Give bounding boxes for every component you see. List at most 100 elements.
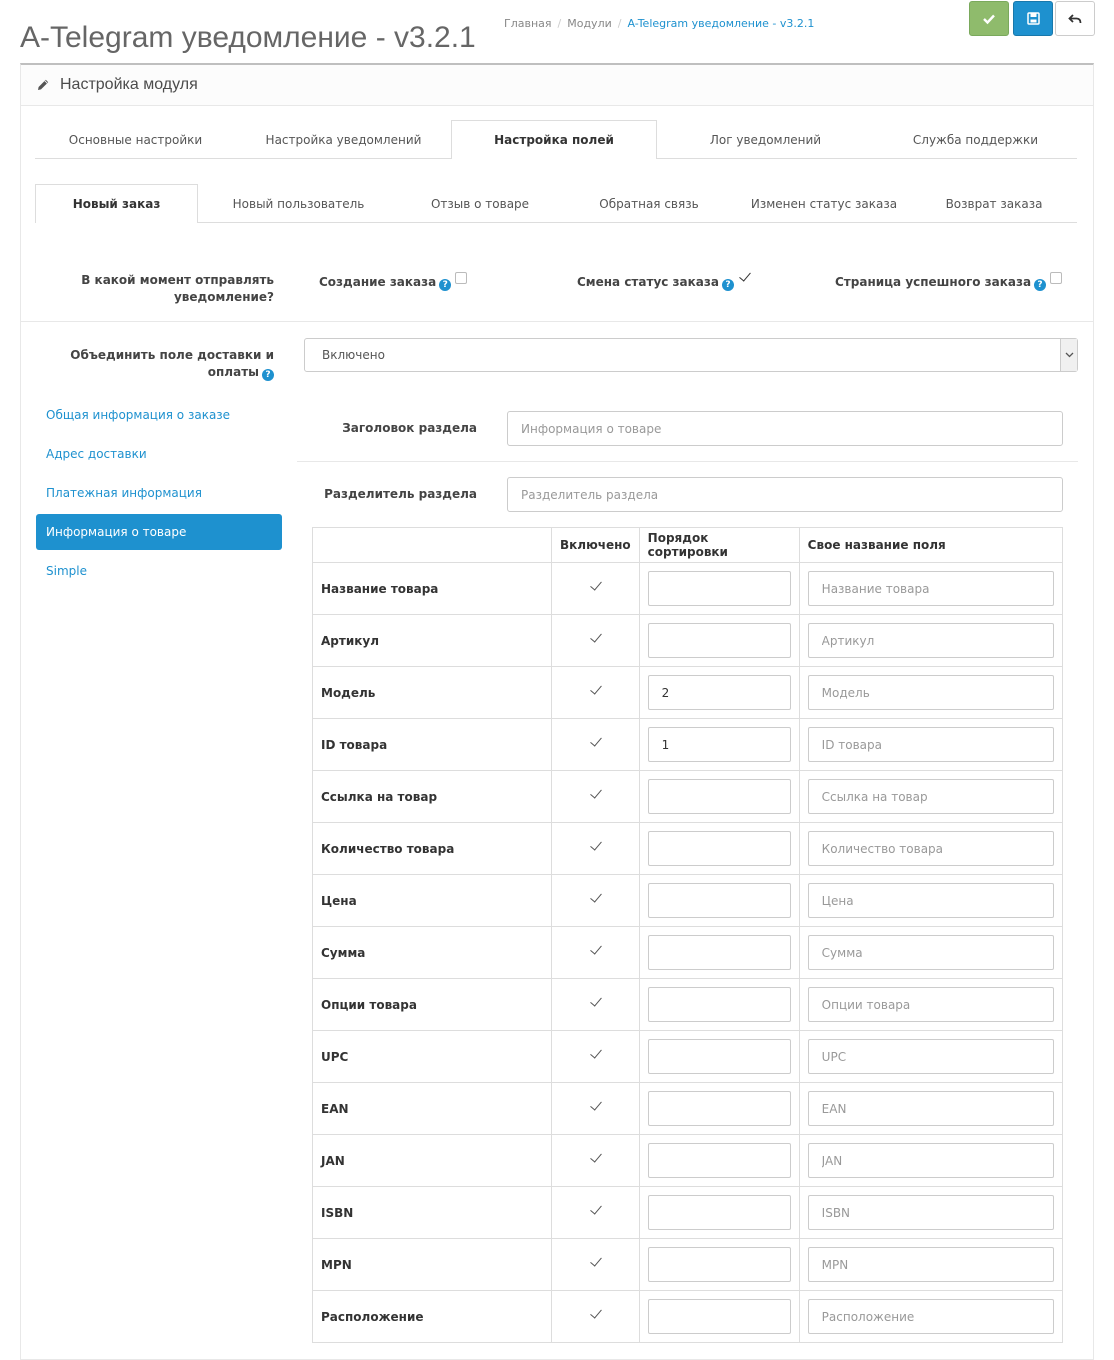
field-name: Опции товара: [312, 978, 552, 1031]
sort-order-cell: [638, 1134, 800, 1187]
sort-order-input[interactable]: [647, 1247, 791, 1282]
field-enabled-checkbox[interactable]: [589, 1309, 601, 1321]
question-circle-icon[interactable]: ?: [1034, 279, 1047, 291]
table-row: Модель: [312, 666, 1064, 719]
custom-name-input[interactable]: [807, 727, 1054, 762]
field-enabled-checkbox[interactable]: [589, 1205, 601, 1217]
section-title-input[interactable]: [507, 411, 1063, 446]
question-circle-icon[interactable]: ?: [721, 279, 734, 291]
sort-order-input[interactable]: [647, 1143, 791, 1178]
field-enabled-checkbox[interactable]: [589, 633, 601, 645]
sort-order-input[interactable]: [647, 1299, 791, 1334]
field-enabled-cell: [551, 1082, 640, 1135]
field-name: ISBN: [312, 1186, 552, 1239]
table-row: EAN: [312, 1082, 1064, 1135]
custom-name-input[interactable]: [807, 1039, 1054, 1074]
sort-order-input[interactable]: [647, 1039, 791, 1074]
nav-general-order-info[interactable]: Общая информация о заказе: [36, 397, 282, 433]
sort-order-input[interactable]: [647, 1195, 791, 1230]
tab-notification-log[interactable]: Лог уведомлений: [657, 120, 874, 159]
custom-name-input[interactable]: [807, 1247, 1054, 1282]
tab-notification-settings[interactable]: Настройка уведомлений: [236, 120, 451, 159]
custom-name-input[interactable]: [807, 675, 1054, 710]
custom-name-input[interactable]: [807, 571, 1054, 606]
back-button[interactable]: [1055, 1, 1095, 36]
field-enabled-checkbox[interactable]: [589, 997, 601, 1009]
field-name: Количество товара: [312, 822, 552, 875]
field-enabled-checkbox[interactable]: [589, 581, 601, 593]
field-name: JAN: [312, 1134, 552, 1187]
status-changed-checkbox[interactable]: [737, 272, 750, 284]
sort-order-cell: [638, 666, 800, 719]
save-apply-button[interactable]: [969, 1, 1009, 36]
field-enabled-cell: [551, 1290, 640, 1343]
nav-simple[interactable]: Simple: [36, 553, 282, 589]
custom-name-input[interactable]: [807, 1091, 1054, 1126]
table-row: Название товара: [312, 562, 1064, 615]
save-button[interactable]: [1013, 1, 1053, 36]
field-enabled-checkbox[interactable]: [589, 1101, 601, 1113]
tab-feedback[interactable]: Обратная связь: [561, 184, 737, 223]
breadcrumb-modules[interactable]: Модули: [567, 17, 612, 30]
sort-order-input[interactable]: [647, 779, 791, 814]
question-circle-icon[interactable]: ?: [439, 279, 452, 291]
custom-name-input[interactable]: [807, 779, 1054, 814]
page-title: A-Telegram уведомление - v3.2.1: [20, 21, 476, 55]
custom-name-input[interactable]: [807, 883, 1054, 918]
custom-name-input[interactable]: [807, 623, 1054, 658]
sort-order-input[interactable]: [647, 883, 791, 918]
field-enabled-checkbox[interactable]: [589, 685, 601, 697]
sort-order-input[interactable]: [647, 727, 791, 762]
tab-support[interactable]: Служба поддержки: [874, 120, 1077, 159]
field-enabled-checkbox[interactable]: [589, 737, 601, 749]
sort-order-input[interactable]: [647, 1091, 791, 1126]
field-enabled-checkbox[interactable]: [589, 789, 601, 801]
field-enabled-checkbox[interactable]: [589, 1049, 601, 1061]
merge-fields-select[interactable]: Включено: [304, 338, 1078, 372]
field-enabled-checkbox[interactable]: [589, 893, 601, 905]
custom-name-input[interactable]: [807, 831, 1054, 866]
breadcrumb-current[interactable]: A-Telegram уведомление - v3.2.1: [627, 17, 814, 30]
nav-product-info[interactable]: Информация о товаре: [36, 514, 282, 550]
sort-order-input[interactable]: [647, 571, 791, 606]
column-header-sort-order: Порядок сортировки: [638, 527, 800, 563]
tab-order-return[interactable]: Возврат заказа: [911, 184, 1077, 223]
tab-new-order[interactable]: Новый заказ: [35, 184, 198, 223]
tab-new-user[interactable]: Новый пользователь: [198, 184, 399, 223]
field-enabled-checkbox[interactable]: [589, 1153, 601, 1165]
field-enabled-cell: [551, 614, 640, 667]
sort-order-input[interactable]: [647, 623, 791, 658]
pencil-icon: [38, 79, 49, 90]
table-row: Цена: [312, 874, 1064, 927]
sort-order-input[interactable]: [647, 675, 791, 710]
custom-name-input[interactable]: [807, 987, 1054, 1022]
order-created-checkbox[interactable]: [455, 272, 468, 284]
custom-name-cell: [798, 1238, 1064, 1291]
nav-payment-info[interactable]: Платежная информация: [36, 475, 282, 511]
field-enabled-cell: [551, 978, 640, 1031]
field-enabled-checkbox[interactable]: [589, 841, 601, 853]
field-enabled-checkbox[interactable]: [589, 1257, 601, 1269]
nav-shipping-address[interactable]: Адрес доставки: [36, 436, 282, 472]
custom-name-input[interactable]: [807, 1195, 1054, 1230]
option-success-page: Страница успешного заказа?: [835, 272, 1063, 291]
success-page-checkbox[interactable]: [1050, 272, 1063, 284]
question-circle-icon[interactable]: ?: [262, 369, 274, 381]
tab-order-status-changed[interactable]: Изменен статус заказа: [737, 184, 911, 223]
tab-field-settings[interactable]: Настройка полей: [451, 120, 657, 159]
tab-product-review[interactable]: Отзыв о товаре: [399, 184, 561, 223]
sort-order-input[interactable]: [647, 987, 791, 1022]
table-row: Ссылка на товар: [312, 770, 1064, 823]
field-enabled-checkbox[interactable]: [589, 945, 601, 957]
custom-name-cell: [798, 770, 1064, 823]
column-header-enabled: Включено: [551, 527, 640, 563]
custom-name-input[interactable]: [807, 935, 1054, 970]
custom-name-cell: [798, 1082, 1064, 1135]
tab-general-settings[interactable]: Основные настройки: [35, 120, 236, 159]
custom-name-input[interactable]: [807, 1299, 1054, 1334]
sort-order-input[interactable]: [647, 831, 791, 866]
sort-order-input[interactable]: [647, 935, 791, 970]
custom-name-input[interactable]: [807, 1143, 1054, 1178]
breadcrumb-home[interactable]: Главная: [504, 17, 552, 30]
section-separator-input[interactable]: [507, 477, 1063, 512]
